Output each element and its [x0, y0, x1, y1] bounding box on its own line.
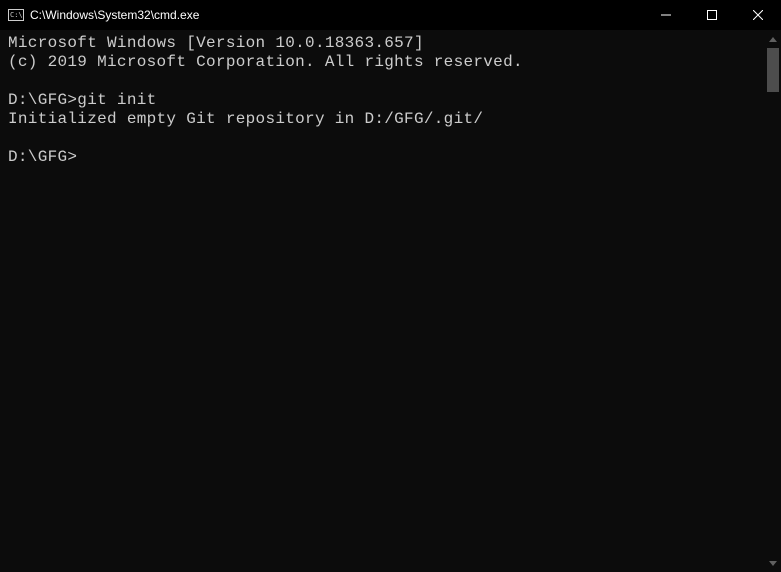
- terminal-area[interactable]: Microsoft Windows [Version 10.0.18363.65…: [0, 30, 781, 572]
- window-title: C:\Windows\System32\cmd.exe: [30, 8, 199, 22]
- close-button[interactable]: [735, 0, 781, 30]
- terminal-line: (c) 2019 Microsoft Corporation. All righ…: [8, 53, 523, 71]
- svg-text:C:\: C:\: [10, 11, 23, 19]
- vertical-scrollbar[interactable]: [765, 30, 781, 572]
- scrollbar-thumb[interactable]: [767, 48, 779, 92]
- titlebar-left: C:\ C:\Windows\System32\cmd.exe: [0, 7, 199, 23]
- terminal-line: D:\GFG>git init: [8, 91, 157, 109]
- terminal-output: Microsoft Windows [Version 10.0.18363.65…: [0, 30, 781, 171]
- scrollbar-up-button[interactable]: [765, 30, 781, 48]
- terminal-line: Initialized empty Git repository in D:/G…: [8, 110, 483, 128]
- minimize-button[interactable]: [643, 0, 689, 30]
- window-controls: [643, 0, 781, 30]
- terminal-line: Microsoft Windows [Version 10.0.18363.65…: [8, 34, 424, 52]
- window-titlebar: C:\ C:\Windows\System32\cmd.exe: [0, 0, 781, 30]
- maximize-button[interactable]: [689, 0, 735, 30]
- terminal-prompt: D:\GFG>: [8, 148, 77, 166]
- cmd-icon: C:\: [8, 7, 24, 23]
- scrollbar-down-button[interactable]: [765, 554, 781, 572]
